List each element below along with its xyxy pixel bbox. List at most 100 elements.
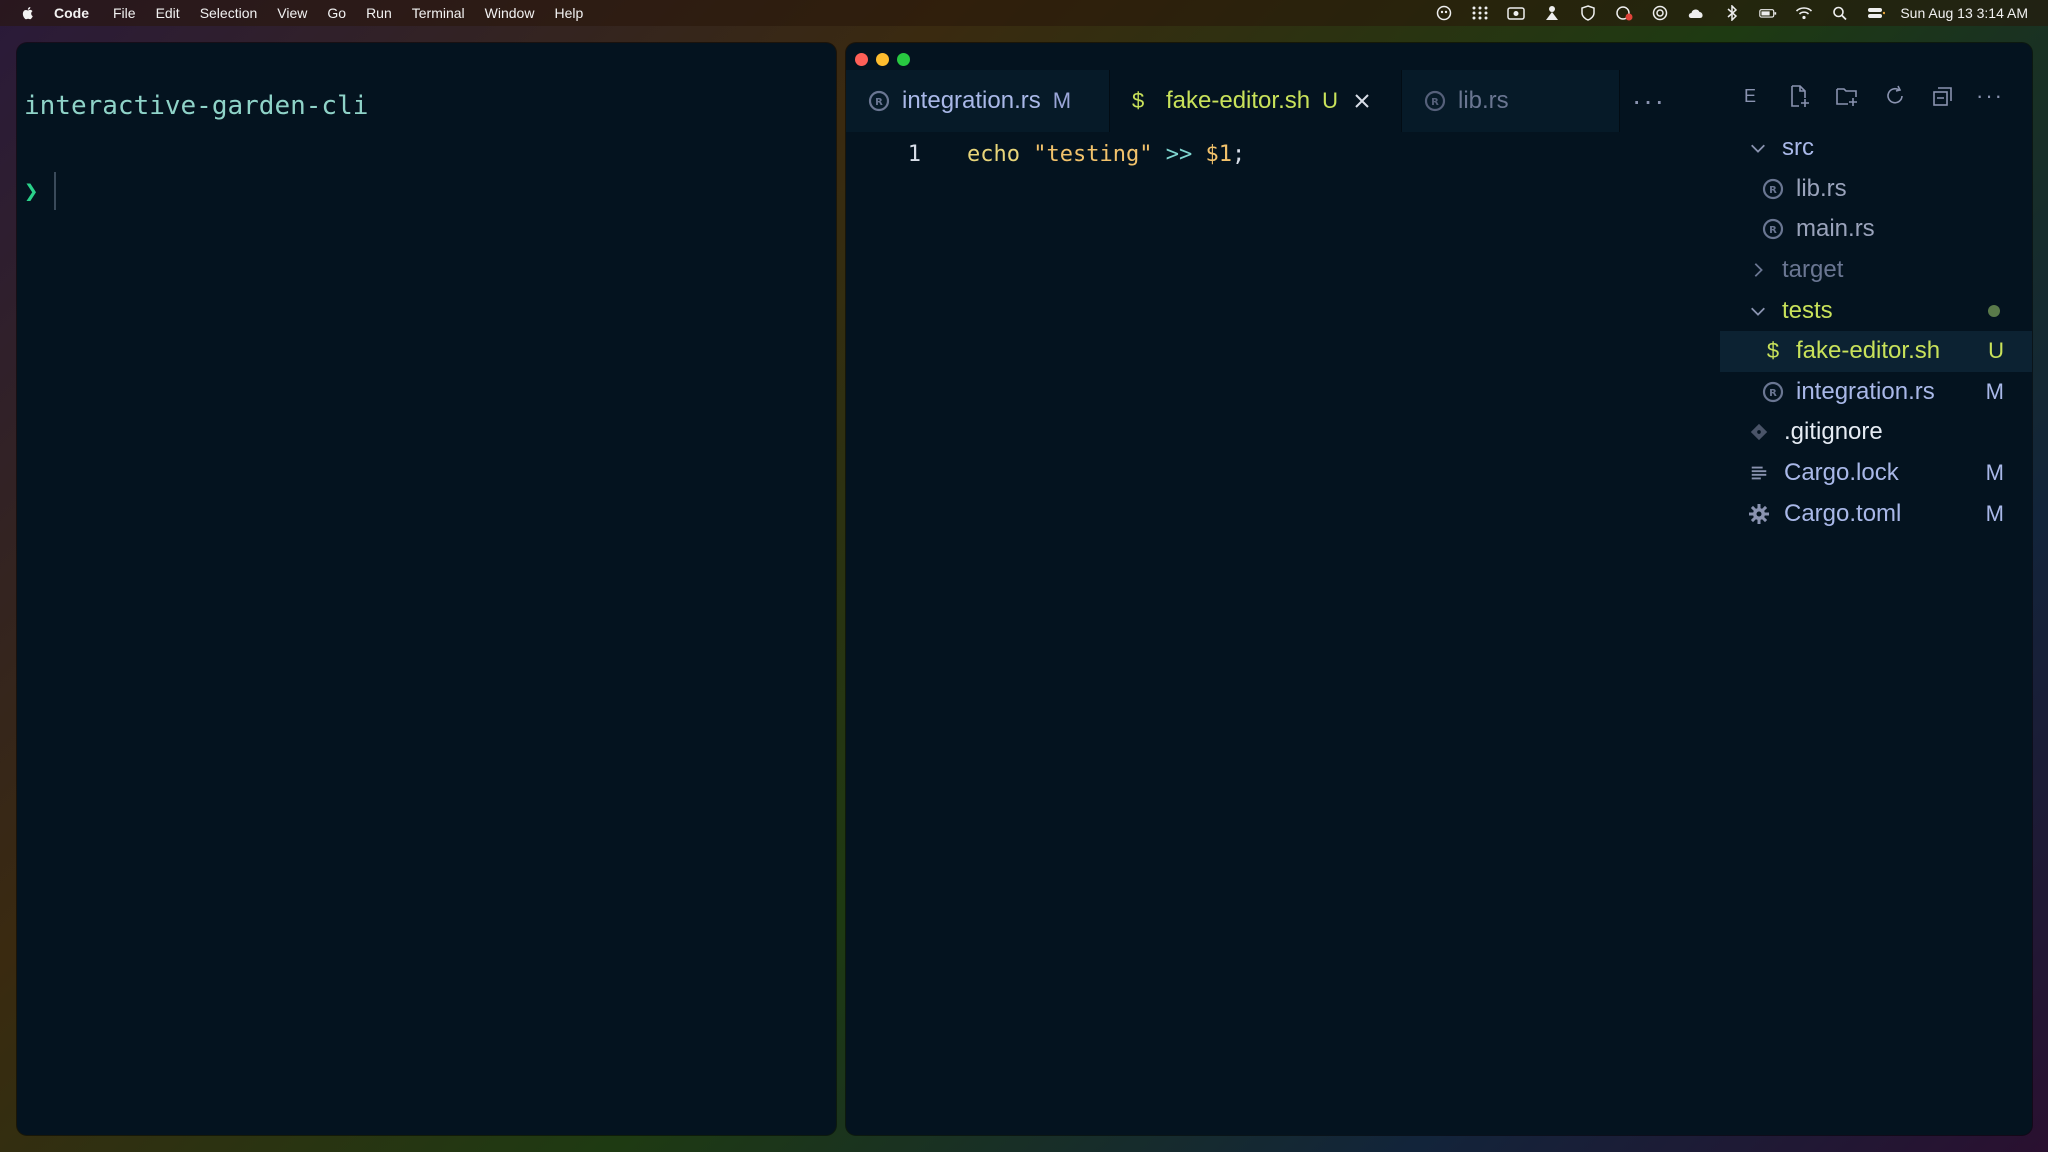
svg-text:R: R — [1769, 225, 1777, 236]
token-keyword: echo — [967, 141, 1020, 167]
battery-icon[interactable] — [1758, 5, 1778, 21]
code-editor[interactable]: 1 echo "testing" >> $1; — [846, 136, 1719, 1135]
code-line[interactable]: 1 echo "testing" >> $1; — [846, 136, 1719, 172]
new-file-icon[interactable] — [1786, 83, 1812, 109]
tree-item-label: integration.rs — [1796, 377, 1935, 405]
terminal-prompt-line[interactable]: ❯ — [24, 171, 57, 211]
window-controls — [855, 53, 910, 66]
tree-folder-target[interactable]: target — [1720, 250, 2032, 291]
tree-item-label: tests — [1782, 296, 1833, 324]
tab-git-status: M — [1052, 88, 1072, 113]
menu-go[interactable]: Go — [327, 5, 346, 21]
line-number: 1 — [907, 141, 921, 167]
tree-file-fake-editor-sh[interactable]: $ fake-editor.sh U — [1720, 330, 2032, 372]
tree-file-gitignore[interactable]: .gitignore — [1720, 412, 2032, 453]
menu-help[interactable]: Help — [554, 5, 583, 21]
git-status-badge: M — [1985, 378, 2004, 404]
terminal-window[interactable]: interactive-garden-cli ❯ — [17, 43, 836, 1135]
file-explorer: E ··· src R lib.rs R main.rs target test… — [1720, 70, 2032, 1135]
menubar-clock[interactable]: Sun Aug 13 3:14 AM — [1900, 5, 2028, 21]
explorer-header-label: E — [1744, 85, 1757, 106]
git-status-badge: M — [1985, 460, 2004, 486]
terminal-prompt: ❯ — [24, 177, 39, 205]
rust-icon: R — [1424, 90, 1446, 112]
cloud-icon[interactable] — [1686, 5, 1706, 21]
tab-more-actions-button[interactable]: ··· — [1620, 70, 1678, 132]
cloud-badge-icon[interactable] — [1614, 5, 1634, 21]
tree-file-lib-rs[interactable]: R lib.rs — [1720, 169, 2032, 210]
tree-item-label: .gitignore — [1784, 418, 1883, 446]
token-string: "testing" — [1033, 141, 1153, 167]
shield-icon[interactable] — [1578, 5, 1598, 21]
spiral-icon[interactable] — [1650, 5, 1670, 21]
tab-fake-editor-sh[interactable]: $ fake-editor.sh U — [1110, 70, 1402, 132]
close-window-button[interactable] — [855, 53, 868, 66]
terminal-cursor — [54, 172, 57, 210]
minimize-window-button[interactable] — [876, 53, 889, 66]
explorer-more-button[interactable]: ··· — [1976, 83, 2004, 109]
tab-label: lib.rs — [1458, 87, 1509, 114]
rust-icon: R — [1762, 178, 1784, 200]
git-status-badge: U — [1988, 338, 2004, 364]
chevron-down-icon — [1748, 301, 1768, 321]
svg-text:R: R — [1769, 185, 1777, 196]
menu-view[interactable]: View — [277, 5, 307, 21]
menu-window[interactable]: Window — [485, 5, 535, 21]
rust-icon: R — [1762, 381, 1784, 403]
search-icon[interactable] — [1830, 5, 1850, 21]
collapse-all-icon[interactable] — [1930, 83, 1956, 109]
menu-edit[interactable]: Edit — [156, 5, 180, 21]
status-bot-icon[interactable] — [1434, 5, 1454, 21]
svg-text:R: R — [1431, 97, 1439, 108]
menu-file[interactable]: File — [113, 5, 136, 21]
person-icon[interactable] — [1542, 5, 1562, 21]
terminal-cwd: interactive-garden-cli — [24, 91, 369, 121]
tree-item-label: main.rs — [1796, 215, 1875, 243]
tree-folder-src[interactable]: src — [1720, 128, 2032, 169]
menu-app-code[interactable]: Code — [54, 5, 89, 21]
lines-icon — [1748, 462, 1770, 484]
bluetooth-icon[interactable] — [1722, 5, 1742, 21]
gear-icon — [1748, 503, 1770, 525]
camera-icon[interactable] — [1506, 5, 1526, 21]
svg-text:R: R — [1769, 388, 1777, 399]
git-icon — [1748, 421, 1770, 443]
tree-file-integration-rs[interactable]: R integration.rs M — [1720, 372, 2032, 413]
rust-icon: R — [1762, 218, 1784, 240]
editor-tab-bar: R integration.rs M $ fake-editor.sh U R … — [846, 70, 1719, 132]
editor-window: R integration.rs M $ fake-editor.sh U R … — [846, 43, 2032, 1135]
tab-integration-rs[interactable]: R integration.rs M — [846, 70, 1110, 132]
untracked-dot-icon — [1988, 304, 2000, 317]
explorer-toolbar: E ··· — [1720, 70, 2032, 122]
token-variable: $1 — [1205, 141, 1232, 167]
tree-item-label: fake-editor.sh — [1796, 337, 1941, 365]
rust-icon: R — [868, 90, 890, 112]
file-tree: src R lib.rs R main.rs target tests $ fa… — [1720, 128, 2032, 534]
tree-item-label: Cargo.toml — [1784, 499, 1902, 527]
menu-selection[interactable]: Selection — [200, 5, 258, 21]
wifi-icon[interactable] — [1794, 5, 1814, 21]
dollar-icon: $ — [1766, 338, 1780, 364]
tree-folder-tests[interactable]: tests — [1720, 290, 2032, 331]
git-status-badge: M — [1985, 500, 2004, 526]
zoom-window-button[interactable] — [897, 53, 910, 66]
token-operator: >> — [1165, 141, 1193, 167]
chevron-right-icon — [1748, 260, 1768, 280]
tree-item-label: src — [1782, 134, 1814, 162]
new-folder-icon[interactable] — [1834, 83, 1860, 109]
control-center-icon[interactable] — [1866, 5, 1886, 21]
tree-file-cargo-lock[interactable]: Cargo.lock M — [1720, 453, 2032, 494]
tab-label: fake-editor.sh — [1166, 87, 1311, 114]
tree-file-cargo-toml[interactable]: Cargo.toml M — [1720, 493, 2032, 534]
refresh-icon[interactable] — [1882, 83, 1908, 109]
close-icon[interactable] — [1352, 91, 1372, 111]
apple-icon[interactable] — [20, 5, 36, 21]
tab-git-status: U — [1322, 88, 1338, 113]
menu-run[interactable]: Run — [366, 5, 392, 21]
tab-lib-rs[interactable]: R lib.rs — [1402, 70, 1620, 132]
menu-terminal[interactable]: Terminal — [412, 5, 465, 21]
tree-item-label: Cargo.lock — [1784, 459, 1899, 487]
grid-icon[interactable] — [1470, 5, 1490, 21]
code-text[interactable]: echo "testing" >> $1; — [967, 142, 1245, 167]
tree-file-main-rs[interactable]: R main.rs — [1720, 209, 2032, 250]
